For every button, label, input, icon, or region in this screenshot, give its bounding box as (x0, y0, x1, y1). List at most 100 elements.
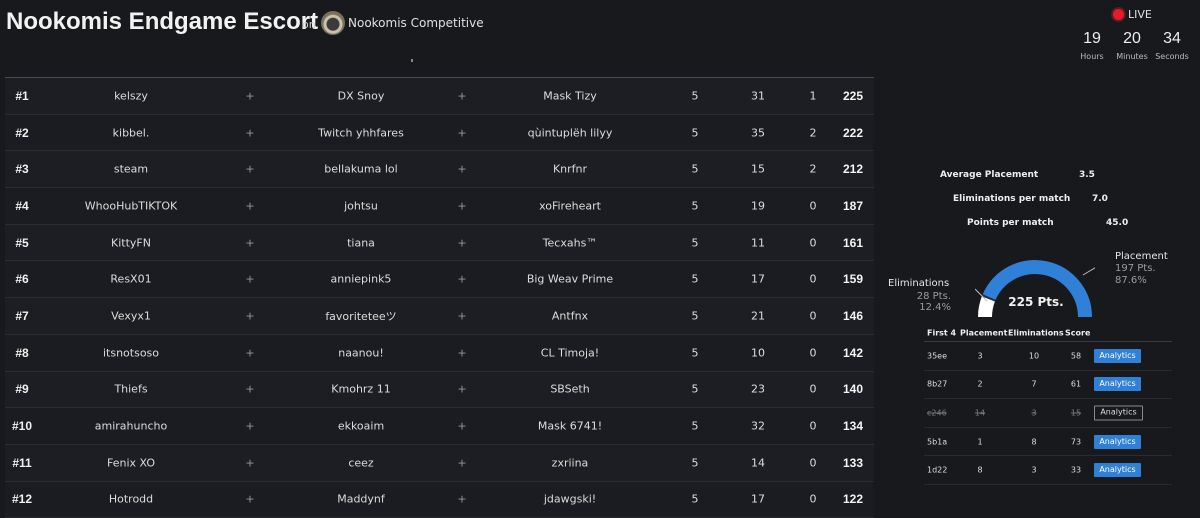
table-row[interactable]: #12 Hotrodd + Maddynf + jdawgski! 5 17 0 122 (5, 481, 874, 518)
elimination-count: 0 (809, 419, 817, 433)
elimination-count: 1 (809, 89, 817, 103)
team-rank: #6 (15, 272, 29, 287)
match-score: 58 (1070, 351, 1082, 361)
plus-icon: + (245, 126, 255, 140)
match-score: 15 (1070, 408, 1082, 418)
team-rank: #12 (11, 492, 33, 507)
stat-label: Average Placement (940, 170, 1039, 180)
elims-per-match-stat: Eliminations per match (953, 194, 1070, 204)
placement-points: 11 (751, 236, 765, 250)
table-row[interactable]: #9 Thiefs + Kmohrz 11 + SBSeth 5 23 0 140 (5, 371, 874, 409)
plus-icon: + (245, 89, 255, 103)
org-logo-icon[interactable] (321, 11, 345, 35)
plus-icon: + (457, 89, 467, 103)
player-name: anniepink5 (330, 272, 392, 286)
team-rank: #9 (15, 382, 29, 397)
countdown-seconds: 34 Seconds (1152, 30, 1192, 61)
plus-icon: + (245, 162, 255, 176)
player-name: steam (113, 162, 149, 176)
total-points: 133 (842, 455, 864, 470)
plus-icon: + (457, 126, 467, 140)
live-label: LIVE (1128, 8, 1152, 21)
elimination-count: 2 (809, 126, 817, 140)
placement-points: 31 (751, 89, 765, 103)
gauge-placement-arc (982, 260, 1092, 318)
matches-played: 5 (691, 162, 699, 176)
total-points: 159 (842, 272, 864, 287)
gauge-elim-points: 28 Pts. (916, 291, 951, 302)
placement-points: 14 (751, 456, 765, 470)
analytics-button[interactable]: Analytics (1094, 463, 1141, 478)
plus-icon: + (245, 236, 255, 250)
match-placement: 14 (974, 408, 986, 418)
match-row: 5b1a 1 8 73 Analytics (924, 428, 1172, 457)
player-name: Kmohrz 11 (331, 382, 391, 396)
total-points: 146 (842, 308, 864, 323)
gauge-elim-percent: 12.4% (919, 302, 951, 313)
player-name: Mask 6741! (537, 419, 603, 433)
countdown-unit: Seconds (1155, 52, 1189, 61)
plus-icon: + (245, 346, 255, 360)
table-row[interactable]: #7 Vexyx1 + favoriteteeツ + Antfnx 5 21 0 146 (5, 298, 874, 335)
table-row[interactable]: #6 ResX01 + anniepink5 + Big Weav Prime 5 17 0 15… (5, 261, 874, 299)
player-name: ekkoaim (337, 419, 385, 433)
match-placement: 2 (977, 379, 983, 389)
plus-icon: + (457, 382, 467, 396)
points-per-match-stat: Points per match (967, 218, 1054, 228)
table-row[interactable]: #10 amirahuncho + ekkoaim + Mask 6741! 5 32 0 134 (5, 408, 874, 445)
team-rank: #3 (15, 162, 29, 177)
team-rank: #7 (15, 308, 29, 323)
plus-icon: + (457, 419, 467, 433)
player-name: Twitch yhhfares (318, 126, 404, 140)
table-row[interactable]: #4 WhooHubTIKTOK + johtsu + xoFireheart 5 19 0 18… (5, 188, 874, 225)
match-score: 33 (1070, 465, 1082, 475)
placement-points: 19 (751, 199, 765, 213)
placement-points: 10 (751, 346, 765, 360)
player-name: DX Snoy (337, 89, 385, 103)
total-points: 161 (842, 235, 864, 250)
total-points: 134 (842, 419, 864, 434)
matches-played: 5 (691, 236, 699, 250)
analytics-button[interactable]: Analytics (1094, 405, 1143, 421)
gauge-elim-label: Eliminations (888, 278, 950, 289)
countdown-value: 19 (1083, 30, 1101, 47)
player-name: zxriina (551, 456, 589, 470)
elimination-count: 0 (809, 382, 817, 396)
player-name: Antfnx (551, 309, 589, 323)
player-name: amirahuncho (94, 419, 168, 433)
placement-points: 21 (751, 309, 765, 323)
plus-icon: + (245, 382, 255, 396)
team-rank: #4 (15, 198, 29, 213)
plus-icon: + (245, 419, 255, 433)
col-score: Score (1065, 328, 1091, 338)
player-name: johtsu (344, 199, 378, 213)
table-row[interactable]: #3 steam + bellakuma lol + Knrfnr 5 15 2 212 (5, 151, 874, 189)
total-points: 225 (842, 88, 864, 103)
analytics-button[interactable]: Analytics (1094, 434, 1141, 449)
org-name-link[interactable]: Nookomis Competitive (348, 16, 484, 30)
plus-icon: + (457, 309, 467, 323)
matches-played: 5 (691, 199, 699, 213)
plus-icon: + (457, 272, 467, 286)
player-name: Big Weav Prime (526, 272, 614, 286)
sort-indicator-icon (411, 59, 413, 62)
team-rank: #1 (15, 88, 29, 103)
table-row[interactable]: #8 itsnotsoso + naanou! + CL Timoja! 5 10 0 142 (5, 334, 874, 372)
analytics-button[interactable]: Analytics (1094, 377, 1141, 392)
elimination-count: 0 (809, 309, 817, 323)
player-name: itsnotsoso (102, 346, 160, 360)
match-score: 61 (1070, 379, 1082, 389)
player-name: favoriteteeツ (325, 309, 397, 323)
match-row: c246 14 3 15 Analytics (924, 399, 1172, 428)
elimination-count: 0 (809, 346, 817, 360)
player-name: Fenix XO (106, 456, 156, 470)
table-row[interactable]: #11 Fenix XO + ceez + zxriina 5 14 0 133 (5, 444, 874, 482)
team-rank: #10 (11, 419, 33, 434)
player-name: Thiefs (114, 382, 148, 396)
table-row[interactable]: #2 kibbel. + Twitch yhhfares + qùintuplëh lil… (5, 114, 874, 152)
analytics-button[interactable]: Analytics (1094, 348, 1141, 363)
placement-points: 17 (751, 492, 765, 506)
table-row[interactable]: #1 kelszy + DX Snoy + Mask Tizy 5 31 1 225 (5, 78, 874, 115)
total-points: 122 (842, 492, 864, 507)
table-row[interactable]: #5 KittyFN + tiana + Tecxahs™ 5 11 0 161 (5, 224, 874, 262)
